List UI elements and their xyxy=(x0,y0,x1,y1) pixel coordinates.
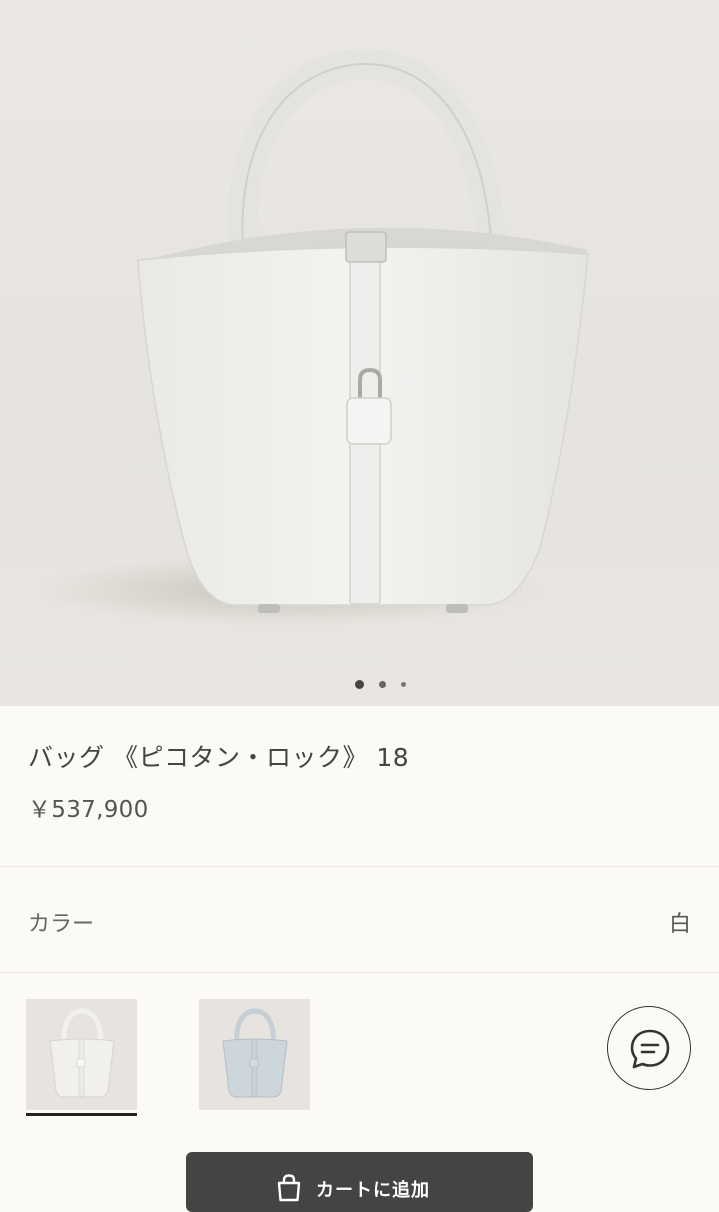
white-bag-thumbnail xyxy=(26,999,137,1110)
carousel-dots xyxy=(0,680,719,690)
carousel-dot-active[interactable] xyxy=(355,680,364,689)
product-title: バッグ 《ピコタン・ロック》 18 xyxy=(28,743,410,772)
selected-swatch-indicator xyxy=(26,1113,137,1116)
blue-bag-thumbnail xyxy=(199,999,310,1110)
shopping-bag-icon xyxy=(277,1174,301,1202)
product-image-carousel[interactable] xyxy=(0,0,719,706)
add-to-cart-button[interactable]: カートに追加 xyxy=(186,1152,533,1212)
carousel-dot[interactable] xyxy=(401,682,406,687)
color-label: カラー xyxy=(28,912,95,937)
color-value: 白 xyxy=(668,912,691,937)
add-to-cart-label: カートに追加 xyxy=(316,1180,430,1201)
chat-button[interactable] xyxy=(607,1006,691,1090)
product-price: ￥537,900 xyxy=(28,797,149,823)
swatch-light-blue[interactable] xyxy=(199,999,310,1110)
product-image xyxy=(40,48,589,626)
carousel-dot[interactable] xyxy=(379,681,386,688)
swatch-white[interactable] xyxy=(26,999,137,1110)
chat-bubble-icon xyxy=(630,1029,670,1069)
divider xyxy=(0,866,719,867)
color-row[interactable]: カラー 白 xyxy=(0,868,719,972)
divider xyxy=(0,972,719,973)
